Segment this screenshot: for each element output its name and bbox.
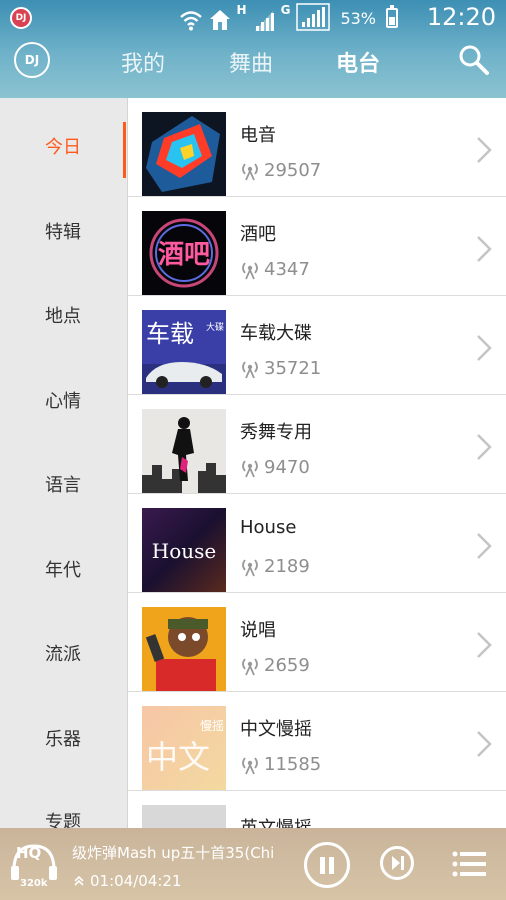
chevron-right-icon bbox=[477, 731, 492, 757]
chevron-right-icon bbox=[477, 434, 492, 460]
sidebar-active-indicator bbox=[123, 122, 126, 178]
svg-text:大碟: 大碟 bbox=[206, 321, 224, 333]
signal-icon bbox=[253, 5, 275, 31]
broadcast-icon bbox=[242, 558, 258, 576]
home-icon bbox=[209, 5, 231, 31]
sidebar-item-instrument[interactable]: 乐器 bbox=[0, 696, 126, 780]
broadcast-icon bbox=[242, 657, 258, 675]
station-title: 中文慢摇 bbox=[240, 719, 312, 740]
listener-count: 2659 bbox=[240, 655, 310, 676]
station-cover: House bbox=[142, 508, 226, 592]
song-title[interactable]: 级炸弹Mash up五十首35(Chi bbox=[72, 842, 282, 863]
now-playing-bar[interactable]: HQ 320k 级炸弹Mash up五十首35(Chi 01:04/04:21 bbox=[0, 828, 506, 900]
station-title: House bbox=[240, 517, 297, 538]
svg-text:House: House bbox=[152, 539, 216, 563]
tab-dance[interactable]: 舞曲 bbox=[229, 46, 273, 78]
network-g-label: G bbox=[280, 3, 291, 17]
listener-count: 11585 bbox=[240, 754, 321, 775]
list-item[interactable]: 英文慢摇 bbox=[128, 791, 506, 828]
station-cover bbox=[142, 409, 226, 493]
status-icons: H G 53% bbox=[179, 3, 398, 32]
list-item[interactable]: 秀舞专用 9470 bbox=[128, 395, 506, 494]
chevron-right-icon bbox=[477, 236, 492, 262]
sidebar-item-place[interactable]: 地点 bbox=[0, 273, 126, 357]
list-item[interactable]: 电音 29507 bbox=[128, 98, 506, 197]
clock: 12:20 bbox=[426, 3, 496, 31]
broadcast-icon bbox=[242, 162, 258, 180]
tab-mine[interactable]: 我的 bbox=[121, 46, 165, 78]
status-bar: DJ H G 53% 12:20 bbox=[0, 0, 506, 36]
svg-text:慢摇: 慢摇 bbox=[200, 719, 224, 733]
playlist-icon[interactable] bbox=[452, 850, 486, 878]
chevron-right-icon bbox=[477, 632, 492, 658]
station-title: 秀舞专用 bbox=[240, 422, 312, 443]
list-item[interactable]: 车载 大碟 车载大碟 35721 bbox=[128, 296, 506, 395]
svg-text:中文: 中文 bbox=[146, 738, 210, 776]
listener-count: 29507 bbox=[240, 160, 321, 181]
chevron-up-icon bbox=[74, 876, 84, 886]
search-icon[interactable] bbox=[458, 44, 490, 76]
station-title: 车载大碟 bbox=[240, 323, 312, 344]
list-item[interactable]: 酒吧 酒吧 4347 bbox=[128, 197, 506, 296]
sidebar-item-language[interactable]: 语言 bbox=[0, 442, 126, 526]
broadcast-icon bbox=[242, 756, 258, 774]
broadcast-icon bbox=[242, 261, 258, 279]
pause-button[interactable] bbox=[304, 842, 350, 888]
list-item[interactable]: 说唱 2659 bbox=[128, 593, 506, 692]
sidebar-item-genre[interactable]: 流派 bbox=[0, 611, 126, 695]
station-title: 酒吧 bbox=[240, 224, 276, 245]
network-h-label: H bbox=[236, 3, 247, 17]
battery-icon bbox=[386, 5, 398, 28]
chevron-right-icon bbox=[477, 137, 492, 163]
list-item[interactable]: House House 2189 bbox=[128, 494, 506, 593]
station-cover: 酒吧 bbox=[142, 211, 226, 295]
listener-count: 9470 bbox=[240, 457, 310, 478]
sidebar-item-mood[interactable]: 心情 bbox=[0, 358, 126, 442]
listener-count: 35721 bbox=[240, 358, 321, 379]
station-list[interactable]: 电音 29507 酒吧 酒吧 4347 车载 大碟 车载大碟 35721 秀舞专… bbox=[128, 98, 506, 828]
svg-text:车载: 车载 bbox=[146, 320, 194, 348]
station-cover bbox=[142, 607, 226, 691]
signal-boxed-icon bbox=[296, 3, 331, 31]
list-item[interactable]: 慢摇 中文 中文慢摇 11585 bbox=[128, 692, 506, 791]
next-track-button[interactable] bbox=[380, 846, 414, 880]
battery-percent: 53% bbox=[340, 8, 376, 28]
sidebar-item-special[interactable]: 特辑 bbox=[0, 189, 126, 273]
category-sidebar: 今日 特辑 地点 心情 语言 年代 流派 乐器 专题 bbox=[0, 98, 128, 833]
svg-text:酒吧: 酒吧 bbox=[158, 240, 210, 270]
chevron-right-icon bbox=[477, 533, 492, 559]
station-cover: 车载 大碟 bbox=[142, 310, 226, 394]
station-cover bbox=[142, 112, 226, 196]
bitrate-label: 320k bbox=[20, 878, 48, 889]
header: DJ H G 53% 12:20 DJ 我的 舞曲 电台 bbox=[0, 0, 506, 98]
sidebar-item-today[interactable]: 今日 bbox=[0, 104, 126, 188]
station-title: 说唱 bbox=[240, 620, 276, 641]
dj-logo-button[interactable]: DJ bbox=[14, 42, 50, 78]
station-cover bbox=[142, 805, 226, 828]
wifi-icon bbox=[179, 5, 203, 31]
quality-label: HQ bbox=[16, 844, 42, 862]
station-cover: 慢摇 中文 bbox=[142, 706, 226, 790]
sidebar-item-era[interactable]: 年代 bbox=[0, 527, 126, 611]
listener-count: 2189 bbox=[240, 556, 310, 577]
dj-app-icon: DJ bbox=[10, 7, 32, 29]
station-title: 电音 bbox=[240, 125, 276, 146]
playback-time: 01:04/04:21 bbox=[74, 872, 182, 890]
station-title: 英文慢摇 bbox=[240, 814, 312, 828]
broadcast-icon bbox=[242, 360, 258, 378]
chevron-right-icon bbox=[477, 335, 492, 361]
listener-count: 4347 bbox=[240, 259, 310, 280]
tab-radio[interactable]: 电台 bbox=[336, 46, 380, 78]
broadcast-icon bbox=[242, 459, 258, 477]
